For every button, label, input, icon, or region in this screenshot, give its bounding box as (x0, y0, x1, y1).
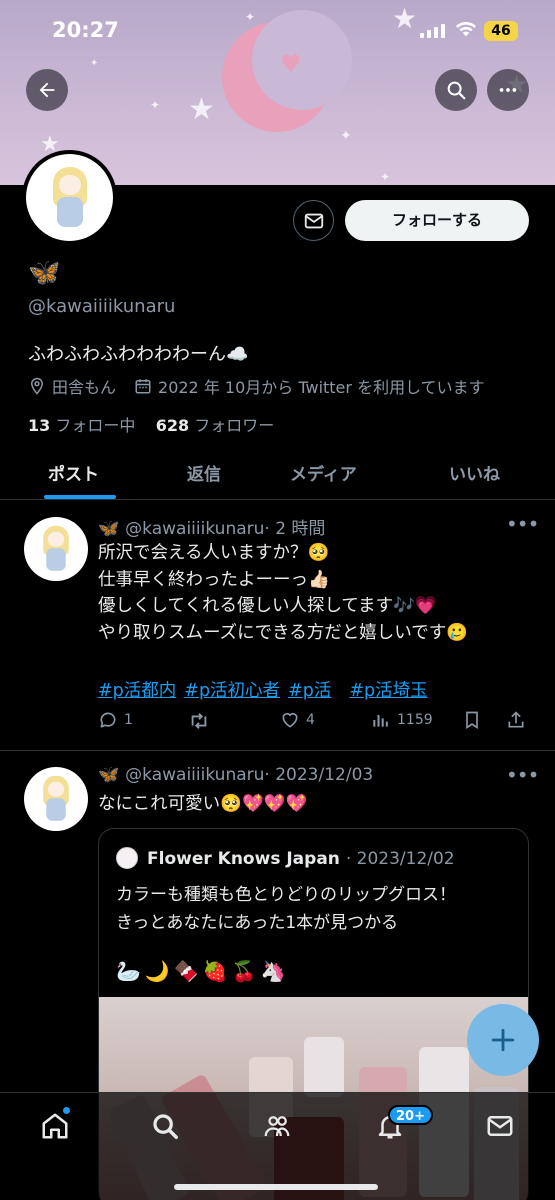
hashtag-link[interactable]: #p活初心者 (184, 681, 280, 701)
views-button[interactable]: 1159 (371, 710, 433, 730)
tab-media[interactable]: メディア (290, 460, 357, 485)
star-graphic: ★ (188, 92, 215, 127)
hashtag-link[interactable]: #p活 (288, 681, 331, 701)
share-icon (508, 711, 524, 728)
tab-posts[interactable]: ポスト (48, 460, 99, 485)
hashtag-link[interactable]: #p活都内 (98, 681, 176, 701)
avatar-illustration (39, 525, 74, 573)
profile-bio: ふわふわふわわわわーん☁️ (28, 344, 249, 365)
envelope-icon (304, 213, 323, 228)
post-actions: 1 4 1159 (98, 710, 528, 736)
home-indicator (174, 1184, 378, 1190)
quote-emoji: 🦢🌙🍫🍓🍒🦄 (116, 959, 290, 983)
reply-count: 1 (124, 712, 133, 728)
followers-label: フォロワー (194, 416, 275, 435)
signal-icon (420, 24, 446, 38)
follow-button[interactable]: フォローする (345, 200, 529, 241)
quote-text: カラーも種類も色とりどりのリップグロス！ きっとあなたにあった1本が見つかる (116, 885, 456, 933)
profile-joined-date: 2022 年 10月から Twitter を利用しています (158, 378, 485, 397)
post-author-handle[interactable]: @kawaiiiikunaru (125, 519, 264, 539)
post-timestamp[interactable]: · 2 時間 (264, 519, 325, 539)
compose-button[interactable] (467, 1004, 539, 1076)
post-header: 🦋 @kawaiiiikunaru· 2 時間 (98, 514, 325, 539)
like-count: 4 (306, 712, 315, 728)
back-button[interactable] (26, 69, 68, 111)
post-author-name[interactable]: 🦋 (98, 519, 119, 539)
search-button[interactable] (435, 69, 477, 111)
quote-author-avatar (116, 847, 138, 869)
post-author-handle[interactable]: @kawaiiiikunaru (125, 765, 264, 785)
quote-author-name: Flower Knows Japan (147, 849, 340, 869)
message-button[interactable] (293, 200, 334, 241)
tab-replies[interactable]: 返信 (187, 460, 221, 485)
home-icon[interactable] (40, 1111, 70, 1141)
home-unread-dot (63, 1107, 70, 1114)
bookmark-button[interactable] (462, 710, 488, 730)
tab-likes[interactable]: いいね (449, 460, 500, 485)
calendar-icon (135, 379, 151, 394)
avatar-illustration (39, 775, 74, 823)
post-header: 🦋 @kawaiiiikunaru· 2023/12/03 (98, 765, 373, 785)
view-count: 1159 (397, 712, 433, 728)
location-pin-icon (30, 377, 44, 395)
notifications-badge: 20+ (388, 1105, 433, 1125)
views-chart-icon (373, 715, 388, 727)
post-avatar[interactable] (24, 767, 88, 831)
quote-date: · 2023/12/02 (345, 849, 455, 869)
reply-icon (100, 712, 116, 728)
star-graphic: ✦ (340, 128, 352, 144)
status-time: 20:27 (52, 18, 119, 42)
profile-meta: 田舎もん 2022 年 10月から Twitter を利用しています (28, 374, 485, 398)
display-name: 🦋 (28, 258, 61, 288)
retweet-button[interactable] (188, 710, 216, 732)
post-hashtags: #p活都内 #p活初心者 #p活 #p活埼玉 (98, 677, 436, 702)
following-label: フォロー中 (55, 416, 136, 435)
post-avatar[interactable] (24, 517, 88, 581)
profile-handle: @kawaiiiikunaru (28, 296, 176, 317)
bookmark-icon (466, 711, 478, 730)
active-tab-indicator (44, 495, 116, 499)
like-button[interactable]: 4 (280, 710, 315, 730)
hashtag-link[interactable]: #p活埼玉 (349, 681, 427, 701)
more-options-button[interactable] (487, 69, 529, 111)
post-timestamp[interactable]: · 2023/12/03 (264, 765, 373, 785)
post-item[interactable]: 🦋 @kawaiiiikunaru· 2 時間 ••• 所沢で会える人いますか？🥺… (0, 500, 555, 750)
quote-author: Flower Knows Japan · 2023/12/02 (147, 849, 455, 869)
star-graphic: ✦ (150, 98, 161, 112)
post-text: 所沢で会える人いますか？🥺 仕事早く終わったよーーっ👍🏻 優しくしてくれる優しい… (98, 543, 469, 643)
post-text: なにこれ可愛い🥺💖💖💖 (98, 794, 308, 814)
heart-icon (282, 712, 298, 728)
profile-tabs: ポスト 返信 メディア いいね (0, 446, 555, 500)
plus-icon (491, 1028, 515, 1052)
status-bar: 20:27 46 (0, 0, 555, 60)
avatar-illustration (47, 166, 93, 229)
star-graphic: ✦ (380, 170, 391, 184)
following-count: 13 (28, 416, 51, 435)
search-icon[interactable] (150, 1111, 180, 1141)
communities-icon[interactable] (262, 1111, 292, 1141)
wifi-icon (455, 21, 477, 37)
post-more-icon[interactable]: ••• (506, 512, 539, 536)
back-arrow-icon (39, 82, 55, 98)
search-icon (447, 81, 466, 100)
share-button[interactable] (506, 710, 532, 730)
reply-button[interactable]: 1 (98, 710, 133, 730)
battery-indicator: 46 (484, 21, 518, 41)
more-icon (499, 88, 517, 92)
messages-envelope-icon[interactable] (485, 1111, 515, 1141)
follow-counts: 13 フォロー中 628 フォロワー (28, 412, 274, 436)
post-author-name[interactable]: 🦋 (98, 765, 119, 785)
followers-count: 628 (155, 416, 190, 435)
followers-link[interactable]: 628 フォロワー (156, 416, 275, 435)
profile-avatar[interactable] (22, 150, 117, 245)
profile-location: 田舎もん (52, 378, 117, 397)
post-more-icon[interactable]: ••• (506, 763, 539, 787)
following-link[interactable]: 13 フォロー中 (28, 416, 135, 435)
retweet-icon (191, 713, 207, 729)
